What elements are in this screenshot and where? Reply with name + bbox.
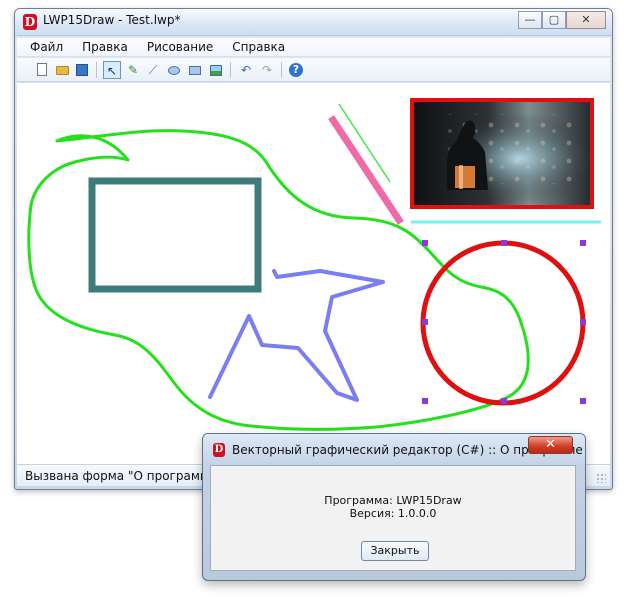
program-version-text: Версия: 1.0.0.0	[349, 507, 437, 520]
dialog-close-button[interactable]: ✕	[528, 436, 573, 454]
maximize-icon: ▢	[548, 13, 560, 26]
menu-edit[interactable]: Правка	[82, 40, 128, 54]
undo-button[interactable]: ↶	[237, 61, 255, 79]
status-message: Вызвана форма "О программе"	[25, 469, 222, 483]
red-circle	[420, 240, 586, 406]
pointer-icon: ↖	[106, 64, 118, 78]
pencil-icon: ✎	[127, 63, 139, 77]
photo-figure-highlight	[459, 165, 463, 189]
dialog-titlebar[interactable]: D Векторный графический редактор (C#) ::…	[203, 434, 585, 464]
new-file-icon	[37, 63, 47, 76]
selection-handle	[422, 319, 428, 325]
toolbar-separator	[281, 62, 282, 78]
close-icon: ✕	[545, 437, 556, 452]
undo-icon: ↶	[240, 63, 252, 77]
save-file-button[interactable]	[73, 61, 91, 79]
toolbar: ↖ ✎ ⟋ ↶ ↷ ?	[17, 58, 610, 82]
menu-help[interactable]: Справка	[232, 40, 285, 54]
line-tool-button[interactable]: ⟋	[144, 61, 162, 79]
dialog-close-action-button[interactable]: Закрыть	[361, 541, 429, 561]
selection-handle	[580, 398, 586, 404]
selection-handle	[580, 240, 586, 246]
minimize-icon: —	[524, 13, 536, 26]
ellipse-tool-button[interactable]	[165, 61, 183, 79]
menu-bar: Файл Правка Рисование Справка	[17, 38, 610, 57]
menu-file[interactable]: Файл	[30, 40, 63, 54]
about-dialog: D Векторный графический редактор (C#) ::…	[202, 433, 586, 581]
rectangle-icon	[189, 66, 201, 75]
image-tool-button[interactable]	[207, 61, 225, 79]
close-icon: ✕	[581, 13, 591, 26]
help-icon: ?	[289, 63, 303, 77]
dialog-content: Программа: LWP15Draw Версия: 1.0.0.0 Зак…	[210, 465, 576, 571]
desktop-screenshot: D LWP15Draw - Test.lwp* — ▢ ✕ Файл Правк…	[0, 0, 624, 597]
pink-line	[328, 115, 404, 225]
teal-rectangle	[88, 177, 262, 293]
image-icon	[210, 65, 222, 76]
maximize-button[interactable]: ▢	[542, 11, 566, 29]
selection-handle	[501, 398, 507, 404]
app-icon: D	[23, 14, 37, 30]
open-folder-icon	[55, 66, 69, 75]
selection-handle	[580, 319, 586, 325]
selection-handle	[501, 240, 507, 246]
program-name-text: Программа: LWP15Draw	[324, 494, 462, 507]
window-title: LWP15Draw - Test.lwp*	[43, 13, 181, 27]
menu-drawing[interactable]: Рисование	[147, 40, 213, 54]
line-icon: ⟋	[148, 63, 158, 77]
help-button[interactable]: ?	[287, 61, 305, 79]
pencil-tool-button[interactable]: ✎	[124, 61, 142, 79]
drawing-surface	[27, 98, 601, 431]
dialog-app-icon: D	[213, 443, 225, 457]
rectangle-tool-button[interactable]	[186, 61, 204, 79]
toolbar-separator	[230, 62, 231, 78]
minimize-button[interactable]: —	[518, 11, 542, 29]
main-window: D LWP15Draw - Test.lwp* — ▢ ✕ Файл Правк…	[14, 8, 613, 490]
toolbar-separator	[96, 62, 97, 78]
window-titlebar[interactable]: D LWP15Draw - Test.lwp* — ▢ ✕	[15, 9, 612, 36]
photo-figure-shirt	[455, 166, 475, 188]
close-window-button[interactable]: ✕	[566, 11, 606, 29]
drawing-canvas[interactable]	[17, 82, 610, 464]
open-file-button[interactable]	[53, 61, 71, 79]
redo-button[interactable]: ↷	[258, 61, 276, 79]
ellipse-icon	[168, 66, 180, 75]
redo-icon: ↷	[261, 63, 273, 77]
selection-handle	[422, 240, 428, 246]
new-file-button[interactable]	[33, 61, 51, 79]
save-icon	[76, 64, 88, 76]
window-controls: — ▢ ✕	[518, 11, 606, 29]
resize-grip-icon[interactable]	[596, 473, 606, 483]
selection-handle	[422, 398, 428, 404]
pointer-tool-button[interactable]: ↖	[103, 61, 121, 79]
